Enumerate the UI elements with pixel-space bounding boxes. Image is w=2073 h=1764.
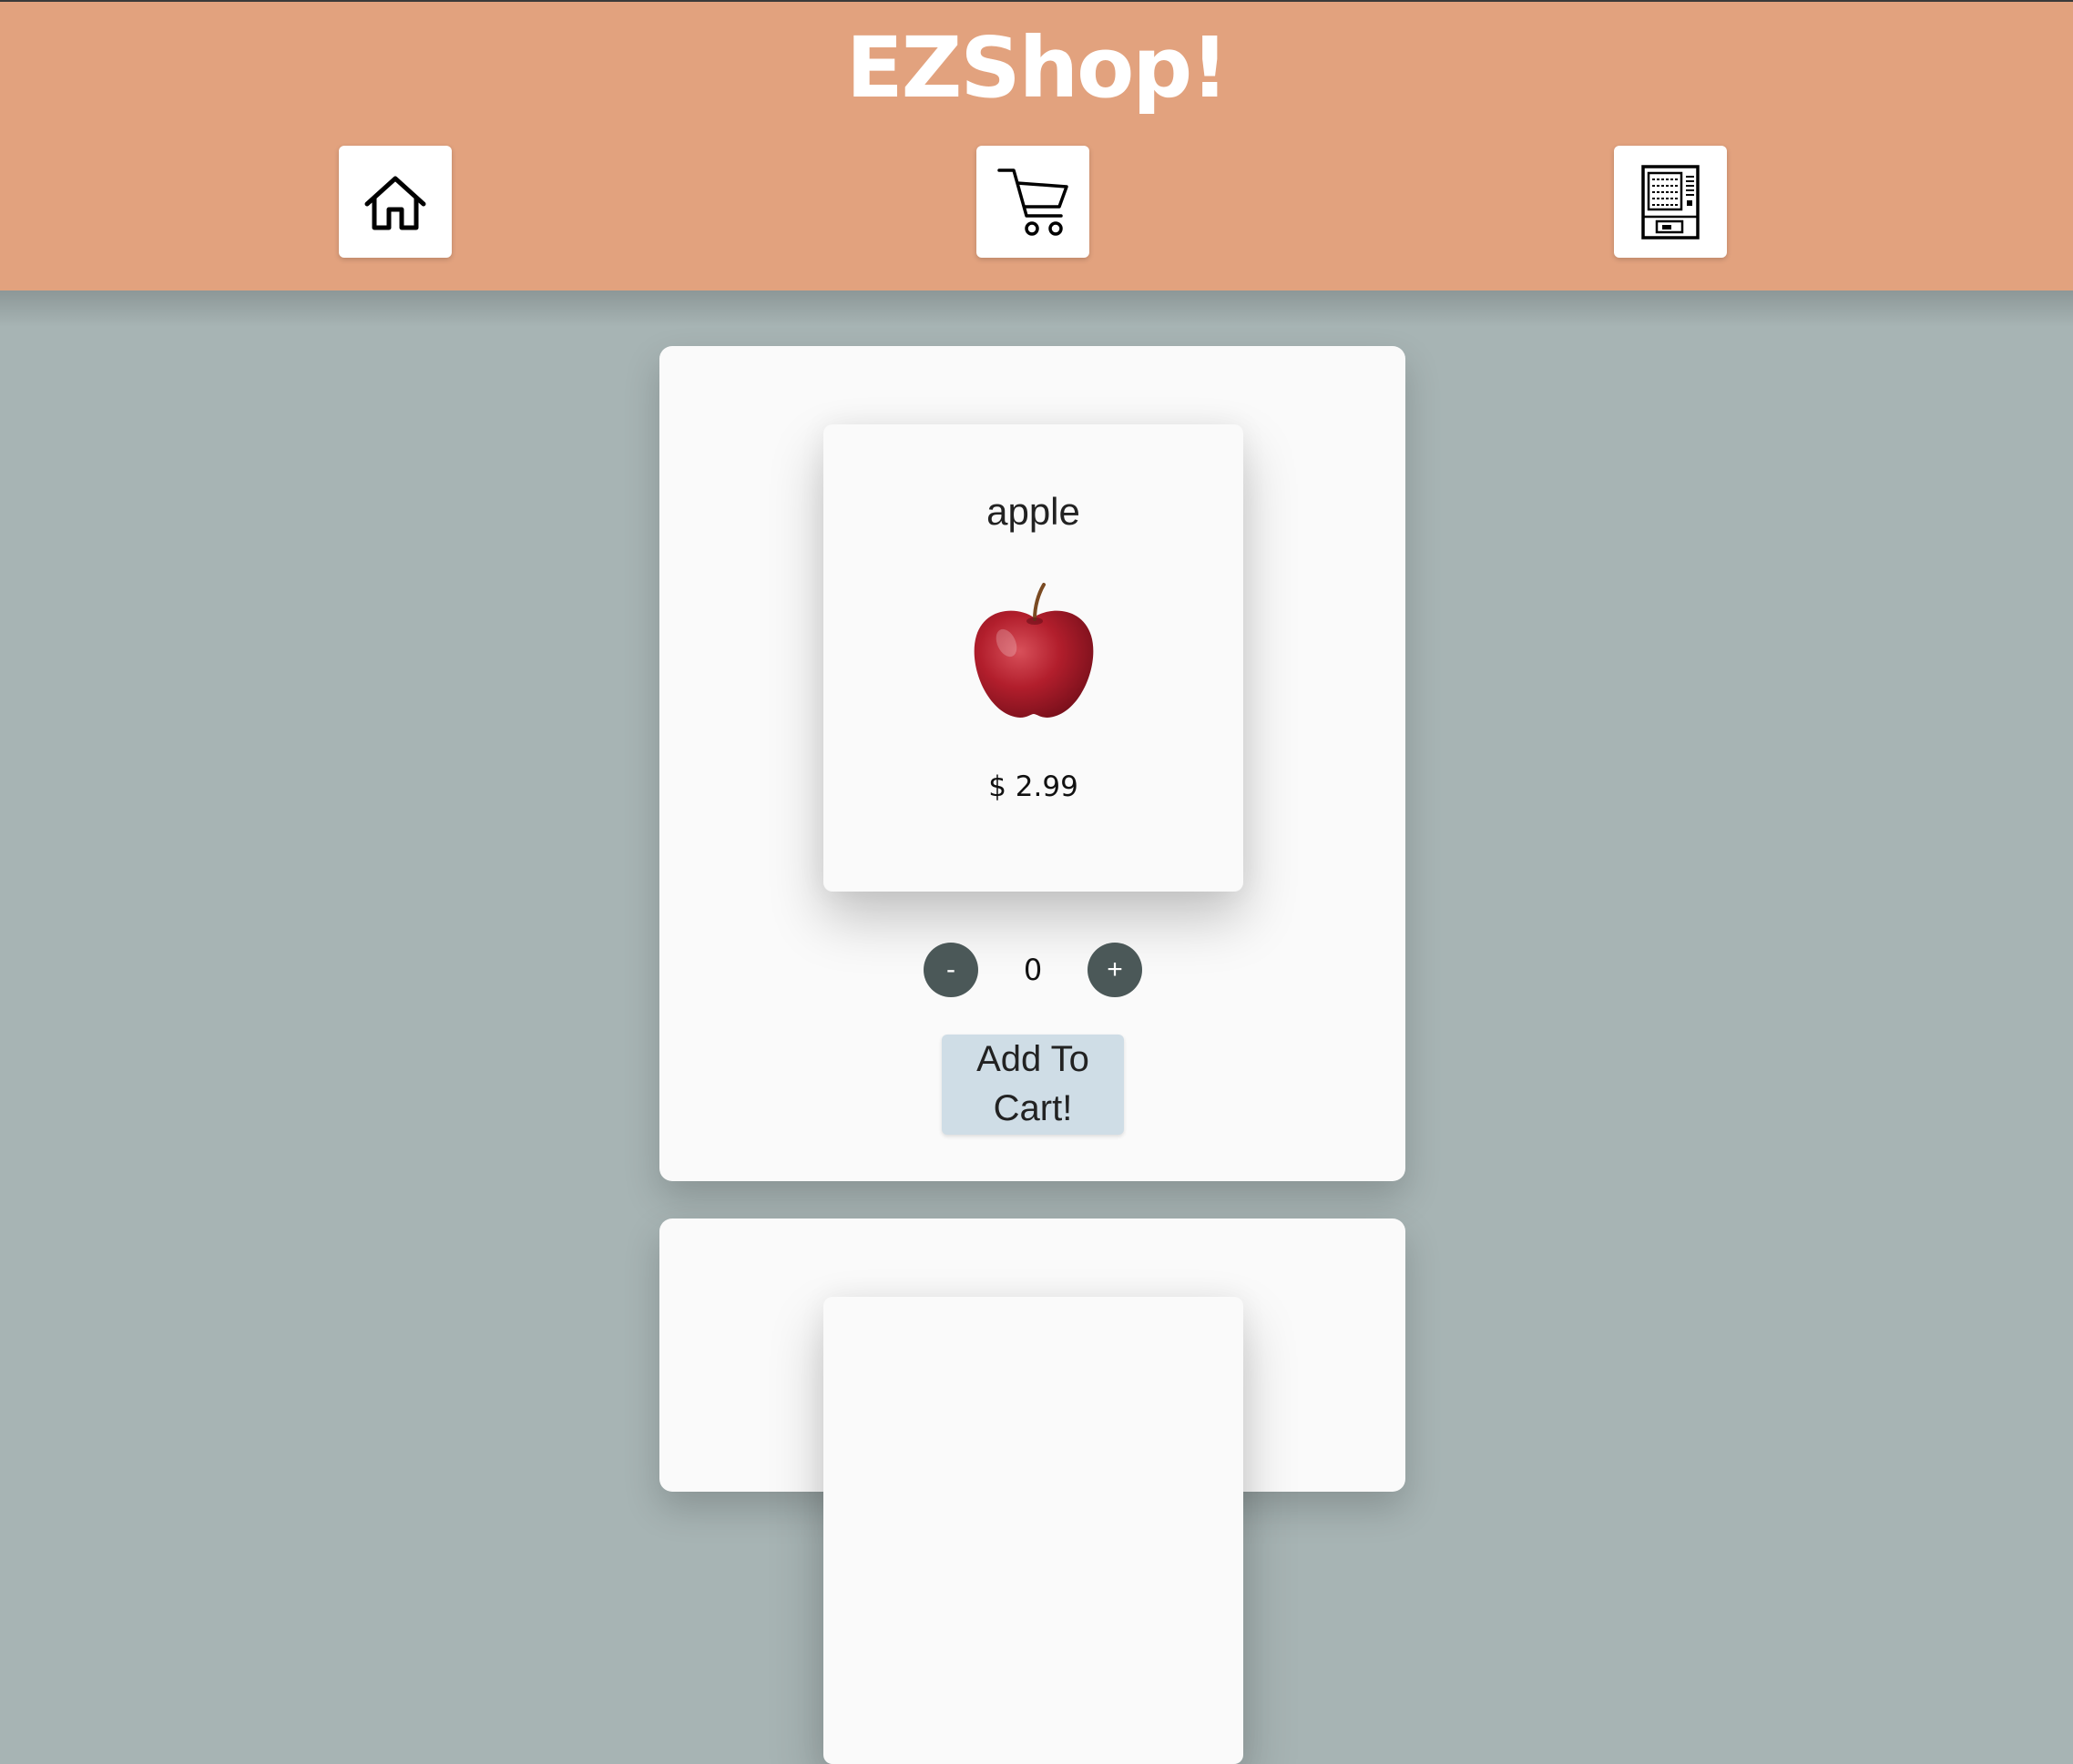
shopping-cart-icon	[997, 168, 1068, 236]
header-shadow	[0, 291, 2073, 327]
product-card: apple $ 2.99 - 0 + Add To Cart!	[659, 346, 1405, 1181]
add-to-cart-button[interactable]: Add To Cart!	[942, 1035, 1124, 1135]
vending-machine-icon	[1641, 164, 1700, 240]
product-details-card: apple $ 2.99	[823, 424, 1243, 892]
home-button[interactable]	[339, 146, 452, 258]
cart-button[interactable]	[976, 146, 1089, 258]
quantity-value: 0	[1023, 953, 1043, 987]
receipt-button[interactable]	[1614, 146, 1727, 258]
decrement-quantity-button[interactable]: -	[924, 943, 978, 997]
red-apple-image	[974, 583, 1094, 718]
product-price: $ 2.99	[988, 770, 1078, 803]
site-header: EZShop!	[0, 2, 2073, 291]
increment-quantity-button[interactable]: +	[1088, 943, 1142, 997]
product-card	[659, 1218, 1405, 1764]
home-icon	[364, 176, 426, 229]
site-title: EZShop!	[845, 19, 1229, 117]
product-details-card	[823, 1297, 1243, 1764]
product-name: apple	[986, 490, 1080, 533]
